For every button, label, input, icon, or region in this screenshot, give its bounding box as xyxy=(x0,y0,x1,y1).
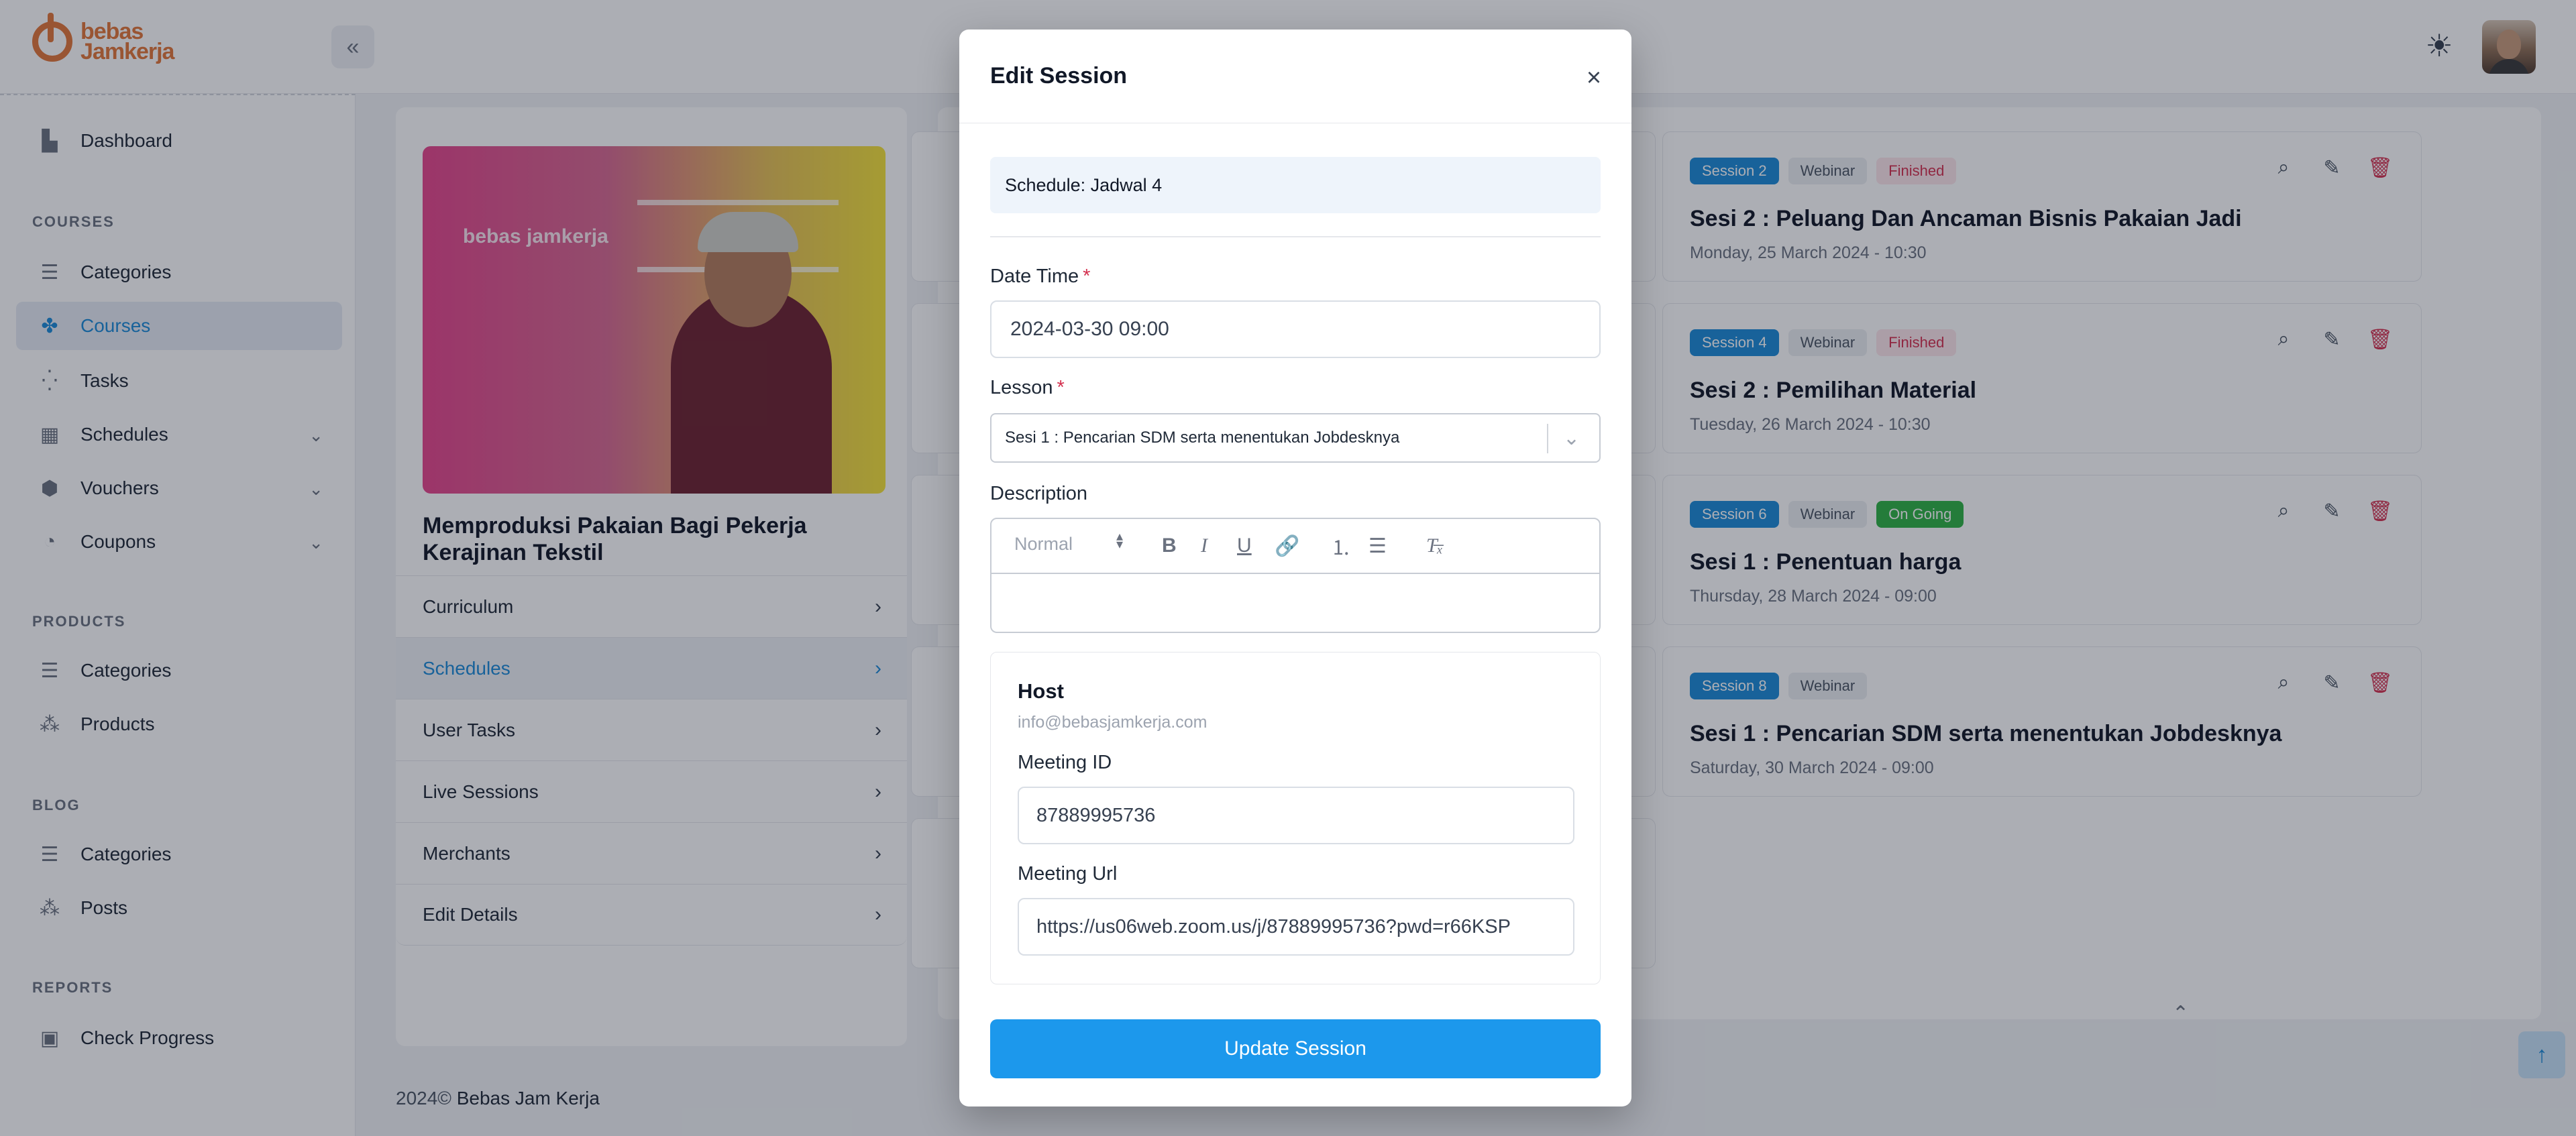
host-section: Host info@bebasjamkerja.com Meeting ID 8… xyxy=(990,652,1601,984)
required-mark: * xyxy=(1057,377,1065,398)
ordered-list-icon[interactable]: ⒈ xyxy=(1331,532,1351,559)
schedule-info: Schedule: Jadwal 4 xyxy=(990,157,1601,213)
clear-format-icon[interactable]: T̶ₓ xyxy=(1426,532,1443,559)
host-email: info@bebasjamkerja.com xyxy=(1018,713,1208,732)
host-title: Host xyxy=(1018,679,1064,703)
bold-icon[interactable]: B xyxy=(1162,532,1177,559)
meeting-url-label: Meeting Url xyxy=(1018,863,1118,885)
divider xyxy=(990,236,1601,237)
meeting-url-input[interactable]: https://us06web.zoom.us/j/87889995736?pw… xyxy=(1018,898,1574,956)
meeting-id-input[interactable]: 87889995736 xyxy=(1018,787,1574,844)
date-time-label: Date Time * xyxy=(990,266,1091,287)
close-icon: × xyxy=(1586,63,1602,92)
underline-icon[interactable]: U xyxy=(1237,532,1252,559)
date-time-input[interactable]: 2024-03-30 09:00 xyxy=(990,300,1601,358)
chevron-down-icon: ⌄ xyxy=(1563,427,1580,449)
link-icon[interactable]: 🔗 xyxy=(1275,532,1299,559)
modal-header: Edit Session × xyxy=(959,30,1631,123)
lesson-select[interactable]: Sesi 1 : Pencarian SDM serta menentukan … xyxy=(990,413,1601,463)
required-mark: * xyxy=(1083,266,1091,287)
meeting-id-label: Meeting ID xyxy=(1018,752,1112,773)
italic-icon[interactable]: I xyxy=(1201,532,1208,559)
edit-session-modal: Edit Session × Schedule: Jadwal 4 Date T… xyxy=(959,30,1631,1106)
description-editor[interactable] xyxy=(990,573,1601,633)
updown-icon: ▴ ▾ xyxy=(1116,529,1124,552)
lesson-label: Lesson * xyxy=(990,377,1065,398)
lesson-selected-value: Sesi 1 : Pencarian SDM serta menentukan … xyxy=(1005,429,1400,447)
modal-title: Edit Session xyxy=(990,63,1128,89)
update-session-button[interactable]: Update Session xyxy=(990,1019,1601,1078)
format-select[interactable]: Normal xyxy=(1014,534,1073,555)
editor-toolbar: Normal ▴ ▾ B I U 🔗 ⒈ ☰ T̶ₓ xyxy=(990,518,1601,574)
close-button[interactable]: × xyxy=(1580,63,1607,92)
description-label: Description xyxy=(990,483,1088,504)
bullet-list-icon[interactable]: ☰ xyxy=(1368,532,1387,559)
